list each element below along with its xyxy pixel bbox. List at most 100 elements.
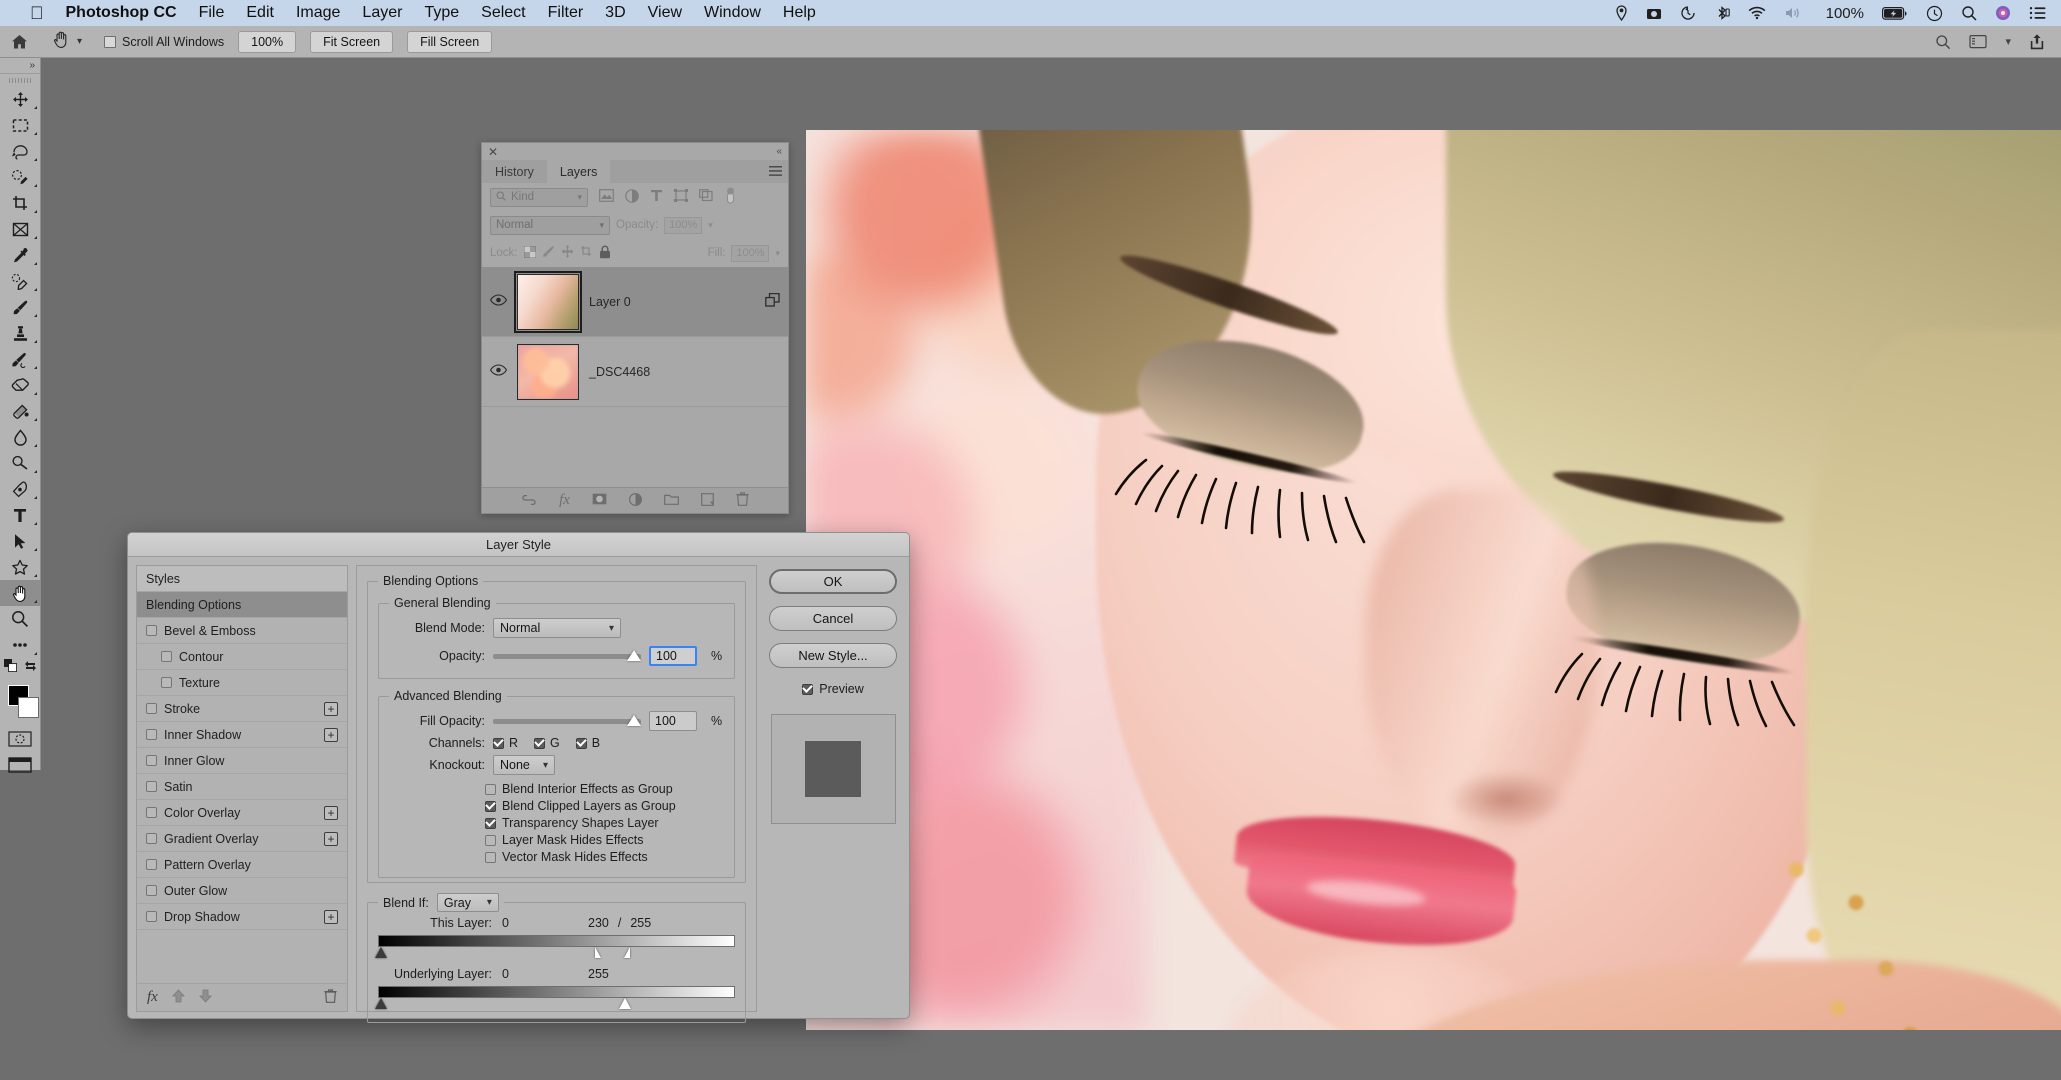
adjustment-layers-icon[interactable]: [625, 188, 639, 206]
clone-stamp-tool[interactable]: [0, 320, 40, 346]
scroll-all-windows-checkbox[interactable]: Scroll All Windows: [104, 35, 224, 49]
layer-name[interactable]: _DSC4468: [589, 365, 780, 379]
menu-edit[interactable]: Edit: [246, 4, 274, 22]
panel-grip[interactable]: [0, 74, 40, 86]
app-name-label[interactable]: Photoshop CC: [66, 4, 177, 22]
menu-file[interactable]: File: [199, 4, 225, 22]
style-item-gradient-overlay[interactable]: Gradient Overlay +: [137, 826, 347, 852]
layer-fill-value[interactable]: 100%: [731, 244, 770, 262]
custom-shape-tool[interactable]: [0, 554, 40, 580]
style-checkbox[interactable]: [146, 807, 157, 818]
smart-object-icon[interactable]: [699, 189, 713, 205]
style-item-drop-shadow[interactable]: Drop Shadow +: [137, 904, 347, 930]
battery-icon[interactable]: [1882, 6, 1908, 20]
layer-row-dsc4468[interactable]: _DSC4468: [482, 337, 788, 407]
style-checkbox[interactable]: [146, 859, 157, 870]
style-checkbox[interactable]: [146, 729, 157, 740]
clock-icon[interactable]: [1926, 5, 1943, 22]
time-machine-icon[interactable]: [1680, 5, 1696, 21]
layer-thumbnail[interactable]: [517, 343, 579, 400]
clipping-mask-icon[interactable]: [765, 292, 780, 310]
siri-icon[interactable]: [1995, 5, 2011, 21]
tab-layers[interactable]: Layers: [546, 160, 611, 183]
transparency-shapes-layer-checkbox[interactable]: Transparency Shapes Layer: [389, 816, 724, 830]
gradient-tool[interactable]: [0, 398, 40, 424]
frame-tool[interactable]: [0, 216, 40, 242]
channel-g-checkbox[interactable]: G: [534, 736, 560, 750]
lock-transparent-pixels-icon[interactable]: [523, 245, 536, 261]
underlying-layer-gradient-bar[interactable]: [378, 986, 735, 998]
style-item-blending-options[interactable]: Blending Options: [137, 592, 347, 618]
style-checkbox[interactable]: [161, 677, 172, 688]
fill-opacity-slider-track[interactable]: [493, 714, 641, 726]
underlying-black-value[interactable]: 0: [502, 967, 588, 981]
underlying-black-stop[interactable]: [375, 998, 387, 1009]
style-item-color-overlay[interactable]: Color Overlay +: [137, 800, 347, 826]
tab-history[interactable]: History: [482, 160, 547, 183]
style-checkbox[interactable]: [146, 703, 157, 714]
channel-b-checkbox[interactable]: B: [575, 736, 600, 750]
ok-button[interactable]: OK: [769, 569, 897, 594]
menu-filter[interactable]: Filter: [548, 4, 584, 22]
default-colors-icon[interactable]: [3, 659, 17, 677]
hand-tool[interactable]: [0, 580, 40, 606]
move-effect-up-icon[interactable]: [171, 989, 185, 1006]
edit-toolbar-tool[interactable]: [0, 632, 40, 658]
bluetooth-icon[interactable]: [1714, 5, 1730, 21]
layer-row-layer0[interactable]: Layer 0: [482, 267, 788, 337]
cancel-button[interactable]: Cancel: [769, 606, 897, 631]
share-icon[interactable]: [2029, 33, 2045, 50]
add-layer-mask-icon[interactable]: [592, 493, 607, 508]
eraser-tool[interactable]: [0, 372, 40, 398]
swap-colors-icon[interactable]: [24, 659, 37, 677]
type-tool[interactable]: [0, 502, 40, 528]
menu-help[interactable]: Help: [783, 4, 816, 22]
style-checkbox[interactable]: [146, 833, 157, 844]
style-item-inner-glow[interactable]: Inner Glow: [137, 748, 347, 774]
add-style-plus-icon[interactable]: +: [324, 701, 338, 716]
add-layer-style-icon[interactable]: fx: [559, 492, 570, 509]
menu-window[interactable]: Window: [704, 4, 761, 22]
delete-effect-icon[interactable]: [324, 989, 337, 1006]
double-chevron-left-icon[interactable]: «: [776, 146, 782, 157]
wifi-icon[interactable]: [1748, 6, 1766, 20]
fill-opacity-slider-knob[interactable]: [627, 714, 641, 726]
link-layers-icon[interactable]: [521, 494, 537, 508]
style-checkbox[interactable]: [146, 911, 157, 922]
menu-3d[interactable]: 3D: [605, 4, 625, 22]
menu-image[interactable]: Image: [296, 4, 340, 22]
layer-thumbnail[interactable]: [514, 270, 582, 333]
spot-healing-brush-tool[interactable]: [0, 268, 40, 294]
panel-menu-icon[interactable]: [769, 166, 782, 180]
dodge-tool[interactable]: [0, 450, 40, 476]
underlying-white-stop[interactable]: [619, 998, 631, 1009]
chevron-down-icon[interactable]: ▾: [77, 36, 82, 47]
zoom-100-button[interactable]: 100%: [238, 30, 297, 53]
delete-layer-icon[interactable]: [736, 492, 749, 509]
new-layer-icon[interactable]: [701, 492, 714, 509]
add-style-plus-icon[interactable]: +: [324, 805, 338, 820]
this-layer-black-value[interactable]: 0: [502, 916, 588, 930]
preview-checkbox[interactable]: Preview: [802, 682, 864, 696]
apple-logo-icon[interactable]: : [30, 4, 44, 22]
knockout-select[interactable]: None ▾: [493, 755, 555, 775]
this-layer-white-high-value[interactable]: 255: [630, 916, 651, 930]
crop-tool[interactable]: [0, 190, 40, 216]
move-tool[interactable]: [0, 86, 40, 112]
brush-tool[interactable]: [0, 294, 40, 320]
underlying-white-value[interactable]: 255: [588, 967, 609, 981]
rectangular-marquee-tool[interactable]: [0, 112, 40, 138]
lock-artboard-icon[interactable]: [580, 245, 593, 261]
new-group-icon[interactable]: [664, 493, 679, 508]
style-item-pattern-overlay[interactable]: Pattern Overlay: [137, 852, 347, 878]
blend-clipped-layers-checkbox[interactable]: Blend Clipped Layers as Group: [389, 799, 724, 813]
blur-tool[interactable]: [0, 424, 40, 450]
layer-opacity-value[interactable]: 100%: [664, 216, 703, 234]
home-icon[interactable]: [0, 34, 38, 50]
chevron-down-icon[interactable]: ▾: [2005, 35, 2011, 48]
control-center-icon[interactable]: [2029, 6, 2047, 20]
add-style-plus-icon[interactable]: +: [324, 909, 338, 924]
lock-all-icon[interactable]: [599, 245, 611, 262]
opacity-slider-knob[interactable]: [627, 649, 641, 661]
move-effect-down-icon[interactable]: [198, 989, 212, 1006]
